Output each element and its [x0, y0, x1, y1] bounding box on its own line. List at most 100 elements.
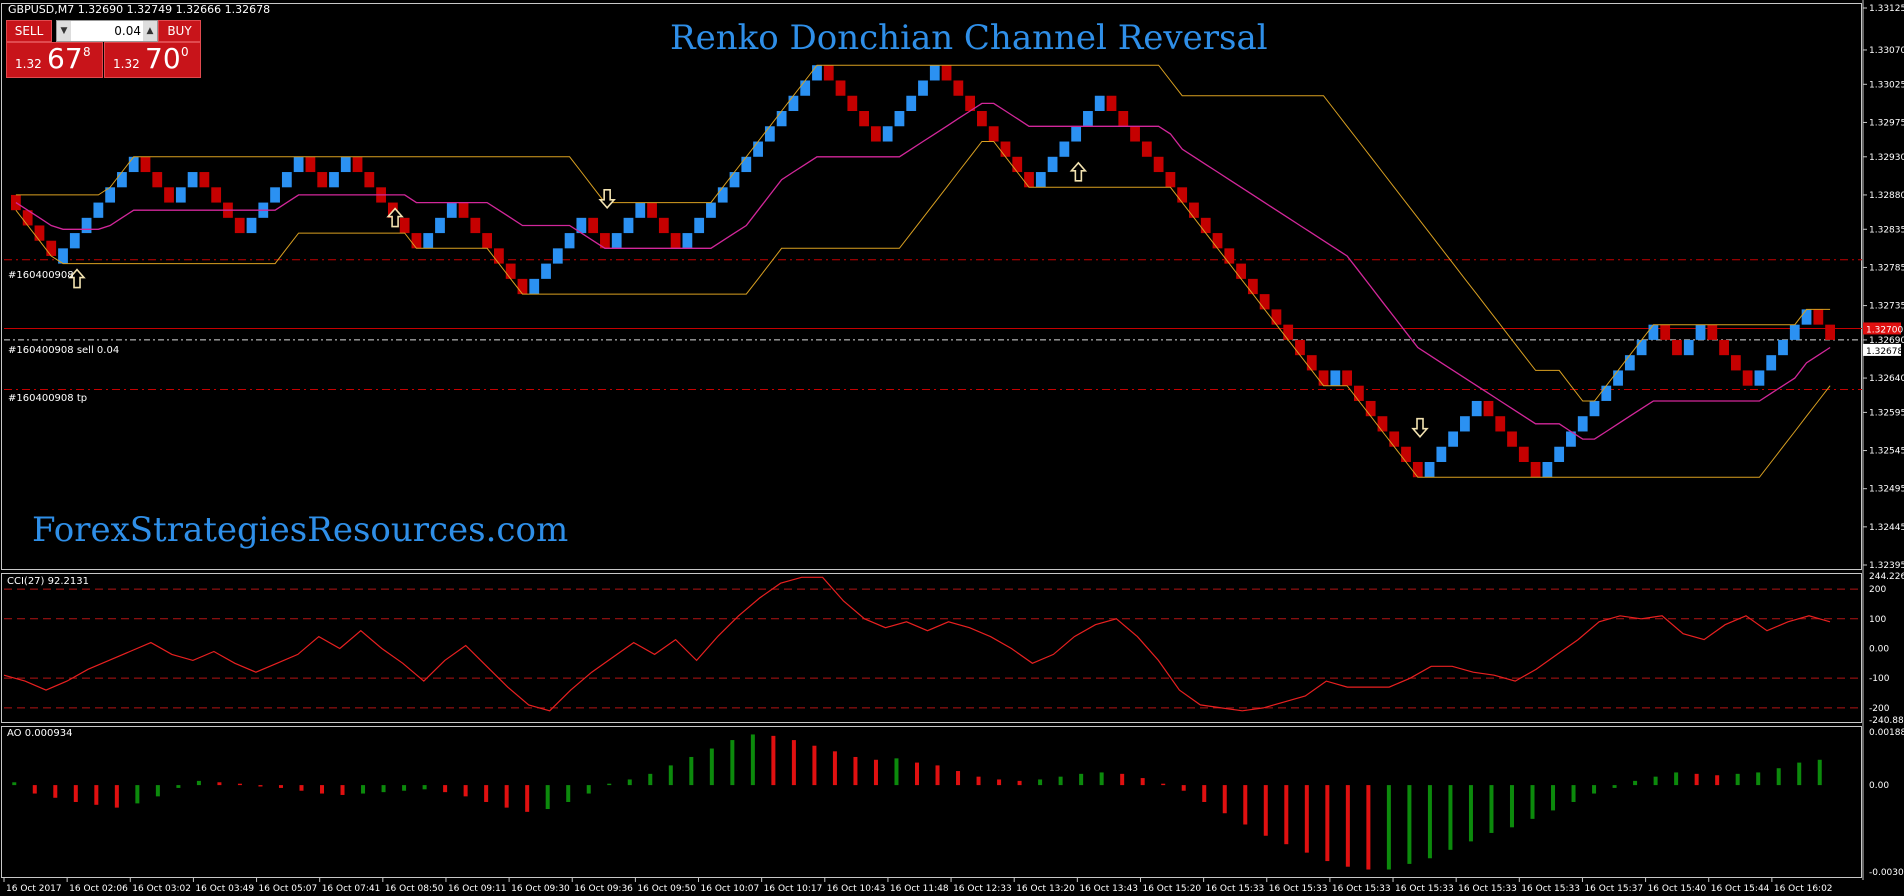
ao-bar: [791, 740, 796, 786]
renko-brick: [1412, 461, 1423, 478]
ao-bar: [1284, 785, 1289, 845]
renko-brick: [211, 187, 222, 203]
time-tick-label: 16 Oct 03:49: [195, 884, 254, 894]
renko-brick: [670, 233, 681, 249]
renko-brick: [1636, 339, 1647, 356]
renko-brick: [847, 95, 858, 112]
ao-bar: [1038, 779, 1043, 786]
renko-brick: [152, 172, 163, 188]
renko-brick: [352, 156, 363, 173]
ao-bar: [73, 785, 78, 802]
symbol-info: GBPUSD,M7 1.32690 1.32749 1.32666 1.3267…: [8, 3, 271, 16]
renko-brick: [611, 233, 622, 249]
renko-brick: [894, 111, 905, 127]
lot-size-input[interactable]: 0.04: [73, 21, 141, 41]
renko-brick: [788, 95, 799, 112]
ao-bar: [1776, 768, 1781, 786]
ao-bar: [12, 782, 17, 786]
renko-brick: [1707, 324, 1718, 340]
renko-brick: [1094, 95, 1105, 112]
renko-brick: [305, 156, 316, 173]
ao-bar: [94, 785, 99, 805]
ao-bar: [1756, 772, 1761, 786]
renko-brick: [635, 202, 646, 218]
chevron-down-icon[interactable]: ▼: [57, 21, 71, 41]
ao-bar: [730, 740, 735, 786]
renko-brick: [1365, 400, 1376, 417]
sell-button[interactable]: SELL: [6, 20, 52, 42]
renko-brick: [270, 187, 280, 203]
renko-brick: [835, 80, 846, 96]
ao-bar: [525, 785, 530, 812]
renko-brick: [776, 111, 787, 127]
renko-brick: [1483, 400, 1494, 417]
ao-bar: [915, 762, 919, 786]
y-tick-label: 1.32785: [1869, 263, 1904, 273]
chart-canvas[interactable]: 1.331251.330701.330251.329751.329301.328…: [0, 0, 1904, 896]
renko-brick: [859, 111, 869, 127]
ao-bar: [545, 785, 550, 810]
y-tick-label: 1.33125: [1869, 4, 1904, 14]
renko-brick: [552, 248, 563, 264]
renko-brick: [1342, 370, 1352, 386]
ao-bar: [1571, 785, 1576, 802]
renko-brick: [234, 217, 245, 234]
ao-bar: [1120, 773, 1125, 786]
renko-brick: [953, 80, 964, 96]
renko-brick: [69, 233, 80, 249]
lot-size-stepper[interactable]: ▼ 0.04 ▲: [56, 20, 158, 42]
y-tick-label: 1.32930: [1869, 153, 1904, 163]
chevron-up-icon[interactable]: ▲: [143, 21, 157, 41]
ao-bar: [1448, 785, 1453, 850]
renko-brick: [1259, 294, 1270, 310]
time-tick-label: 16 Oct 10:43: [827, 884, 886, 894]
renko-brick: [1495, 416, 1506, 432]
renko-brick: [870, 126, 881, 142]
ao-bar: [1817, 759, 1822, 786]
ao-bar: [997, 779, 1002, 786]
ao-bar: [443, 785, 448, 793]
y-tick-label: 1.32495: [1869, 485, 1904, 495]
ao-bar: [1633, 780, 1638, 786]
time-tick-label: 16 Oct 13:43: [1079, 884, 1138, 894]
ao-bar: [278, 785, 283, 788]
ao-bar: [566, 785, 571, 802]
renko-brick: [529, 278, 540, 295]
renko-brick: [729, 172, 740, 188]
time-tick-label: 16 Oct 15:33: [1458, 884, 1517, 894]
renko-brick: [823, 65, 834, 81]
renko-brick: [1778, 339, 1788, 356]
sell-order-label: #160400908 sell 0.04: [8, 345, 120, 356]
sell-price-tag-label: 1.32700: [1866, 325, 1903, 335]
ao-bar: [504, 785, 509, 808]
renko-brick: [1589, 400, 1600, 417]
renko-brick: [812, 65, 822, 81]
ao-tick-label: -0.003088: [1869, 868, 1904, 878]
time-tick-label: 16 Oct 15:40: [1648, 884, 1707, 894]
ao-bar: [1263, 785, 1268, 836]
ao-bar: [894, 758, 899, 786]
buy-price-box[interactable]: 1.32 70 0: [104, 42, 201, 78]
ao-bar: [1140, 778, 1145, 786]
renko-brick: [682, 233, 693, 249]
donchian-middle-line: [15, 102, 1831, 440]
cci-tick-label: 0.00: [1869, 644, 1889, 654]
donchian-lower-line: [15, 141, 1831, 478]
time-tick-label: 16 Oct 15:20: [1142, 884, 1201, 894]
buy-button[interactable]: BUY: [158, 20, 201, 42]
time-tick-label: 16 Oct 15:37: [1584, 884, 1643, 894]
time-tick-label: 16 Oct 16:02: [1774, 884, 1833, 894]
ao-bar: [237, 783, 242, 786]
ao-bar: [1735, 773, 1740, 786]
time-tick-label: 16 Oct 09:11: [448, 884, 507, 894]
sell-price-box[interactable]: 1.32 67 8: [6, 42, 103, 78]
time-tick-label: 16 Oct 11:48: [890, 884, 949, 894]
ao-bar: [1099, 772, 1104, 786]
renko-brick: [423, 233, 434, 249]
renko-brick: [764, 126, 775, 142]
ao-bar: [668, 765, 673, 786]
renko-brick: [1118, 111, 1129, 127]
ao-bar: [935, 765, 940, 786]
cci-tick-label: 200: [1869, 585, 1886, 595]
renko-brick: [187, 172, 198, 188]
